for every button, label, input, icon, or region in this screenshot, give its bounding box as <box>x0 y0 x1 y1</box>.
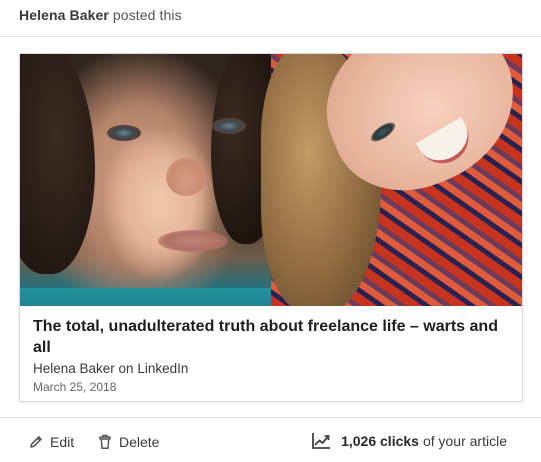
edit-label: Edit <box>50 434 75 450</box>
cover-photo-left <box>20 54 281 306</box>
post-actions-bar: Edit Delete 1,026 clicks of your article <box>0 417 541 462</box>
article-card[interactable]: The total, unadulterated truth about fre… <box>19 53 523 402</box>
delete-button[interactable]: Delete <box>97 432 159 452</box>
clicks-count: 1,026 clicks <box>341 433 419 449</box>
article-date: March 25, 2018 <box>33 380 117 394</box>
post-container: Helena Baker posted this The total, unad… <box>0 0 541 462</box>
article-source: Helena Baker on LinkedIn <box>33 361 189 376</box>
article-cover-image[interactable] <box>20 54 522 306</box>
post-attribution: Helena Baker posted this <box>19 7 182 23</box>
article-title[interactable]: The total, unadulterated truth about fre… <box>33 316 503 358</box>
delete-label: Delete <box>119 434 160 450</box>
author-name[interactable]: Helena Baker <box>19 7 109 23</box>
article-card-body: The total, unadulterated truth about fre… <box>20 306 522 401</box>
edit-button[interactable]: Edit <box>28 432 74 452</box>
cover-photo-right <box>261 54 522 306</box>
trending-chart-icon <box>312 433 331 449</box>
clicks-suffix: of your article <box>422 433 507 449</box>
pencil-icon <box>30 436 42 448</box>
post-header: Helena Baker posted this <box>0 0 541 37</box>
post-action-text: posted this <box>112 7 182 23</box>
trash-icon <box>99 434 111 450</box>
article-clicks-stat[interactable]: 1,026 clicks of your article <box>311 431 507 451</box>
